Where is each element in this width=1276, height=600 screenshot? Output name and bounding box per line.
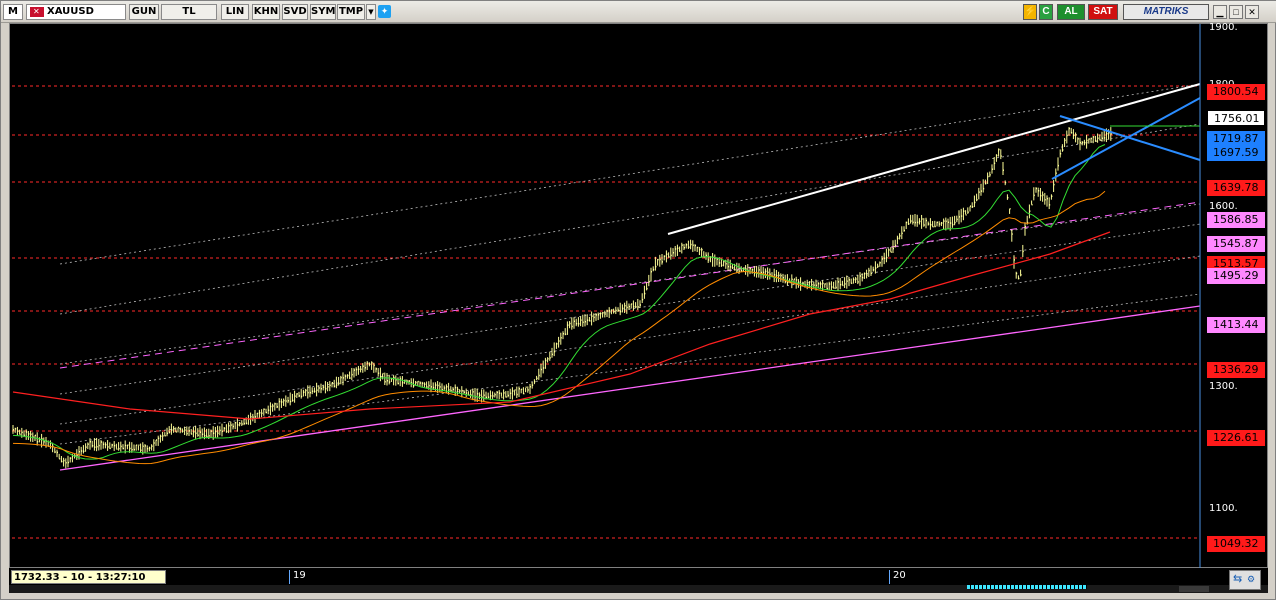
tool-button-svd[interactable]: SVD [282, 4, 308, 20]
time-scrollbar[interactable] [9, 585, 1268, 593]
candle-series [12, 127, 1112, 469]
minimize-icon[interactable]: ▁ [1213, 5, 1227, 19]
triangle-lower-line [1051, 97, 1201, 180]
symbol-label: XAUUSD [47, 6, 94, 17]
channel-line [59, 83, 1201, 265]
chart-navigation-button[interactable]: ⇆ ⚙ [1229, 570, 1261, 590]
currency-button-tl[interactable]: TL [161, 4, 217, 20]
moving-averages [12, 144, 1111, 465]
price-tag: 1495.29 [1207, 268, 1265, 284]
ma-short-line [12, 144, 1106, 460]
price-tag: 1697.59 [1207, 145, 1265, 161]
resistance-trendline [667, 83, 1201, 235]
twitter-icon[interactable]: ✦ [378, 5, 391, 18]
template-dropdown-icon[interactable]: ▼ [366, 4, 376, 20]
triangle-upper-line [1059, 115, 1201, 161]
close-icon[interactable]: ✕ [1245, 5, 1259, 19]
channel-line [59, 223, 1201, 395]
status-bar: 1732.33 - 10 - 13:27:10 19 20 ⇆ ⚙ [9, 568, 1268, 593]
lightning-icon[interactable]: ⚡ [1023, 4, 1037, 20]
template-button-tmp[interactable]: TMP [337, 4, 365, 20]
trend-lines [667, 83, 1201, 235]
channel-line [59, 123, 1201, 315]
settings-icon: ⚙ [1247, 574, 1256, 584]
axis-label-1600: 1600. [1209, 201, 1238, 212]
volume-strip [967, 585, 1087, 589]
buy-button[interactable]: AL [1057, 4, 1085, 20]
price-tag: 1545.87 [1207, 236, 1265, 252]
chart-canvas[interactable] [10, 24, 1269, 569]
matriks-logo-button[interactable]: M [3, 4, 23, 20]
trading-window: M XAUUSD GUN TL LIN KHN SVD SYM TMP ▼ ✦ … [0, 0, 1276, 600]
price-tag: 1336.29 [1207, 362, 1265, 378]
refresh-icon[interactable]: C [1039, 4, 1053, 20]
ma-long-line [12, 231, 1111, 420]
maximize-icon[interactable]: □ [1229, 5, 1243, 19]
scrollbar-thumb[interactable] [1179, 586, 1209, 592]
flag-icon [30, 5, 44, 19]
price-tag: 1226.61 [1207, 430, 1265, 446]
sell-button[interactable]: SAT [1088, 4, 1118, 20]
tool-button-khn[interactable]: KHN [252, 4, 280, 20]
cursor-readout: 1732.33 - 10 - 13:27:10 [11, 570, 166, 584]
pink-dashed-line [59, 201, 1201, 369]
tool-button-sym[interactable]: SYM [310, 4, 336, 20]
x-axis-label-19: 19 [289, 570, 306, 584]
axis-label-1300: 1300. [1209, 381, 1238, 392]
toolbar: M XAUUSD GUN TL LIN KHN SVD SYM TMP ▼ ✦ … [1, 1, 1276, 23]
channel-line [59, 255, 1201, 425]
period-button-gun[interactable]: GUN [129, 4, 159, 20]
price-chart[interactable]: 1900. 1800. 1600. 1300. 1100. 1800.54 17… [9, 22, 1269, 569]
axis-label-1900: 1900. [1209, 22, 1238, 33]
x-axis-label-20: 20 [889, 570, 906, 584]
matriks-brand: MATRIKS [1123, 4, 1209, 20]
symbol-selector[interactable]: XAUUSD [26, 4, 126, 20]
channel-line [59, 293, 1201, 445]
price-tag: 1413.44 [1207, 317, 1265, 333]
price-tag: 1800.54 [1207, 84, 1265, 100]
zoom-icon: ⇆ [1233, 573, 1243, 585]
channel-lines [59, 83, 1201, 471]
price-tag-current: 1756.01 [1207, 110, 1265, 126]
support-line [59, 305, 1201, 471]
axis-label-1100: 1100. [1209, 503, 1238, 514]
price-tag: 1586.85 [1207, 212, 1265, 228]
price-tag: 1049.32 [1207, 536, 1265, 552]
scale-button-lin[interactable]: LIN [221, 4, 249, 20]
ma-mid-line [12, 190, 1106, 465]
price-tag: 1639.78 [1207, 180, 1265, 196]
